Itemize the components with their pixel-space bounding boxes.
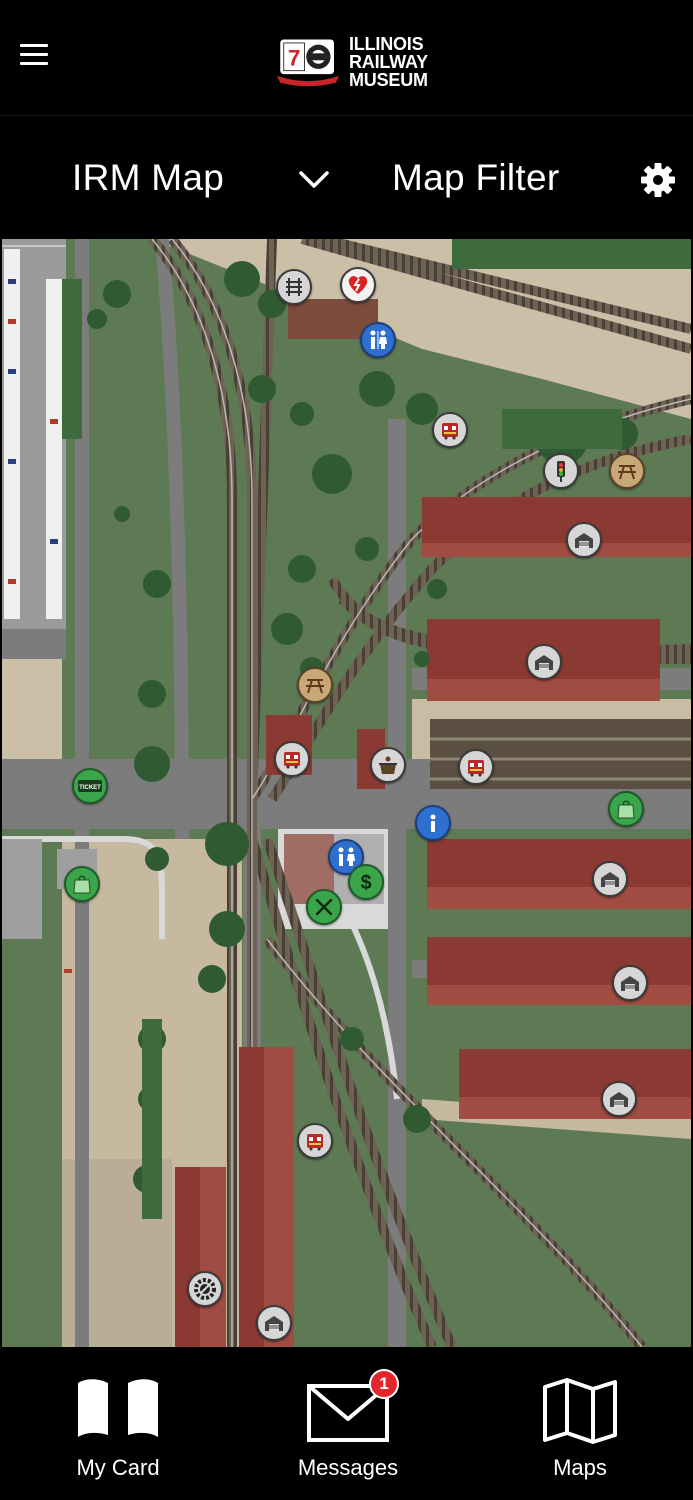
concession-icon[interactable] bbox=[370, 747, 406, 783]
logo-text-line1: ILLINOIS bbox=[349, 34, 424, 54]
nav-messages-label: Messages bbox=[297, 1455, 399, 1480]
shopping-bag-icon[interactable] bbox=[608, 791, 644, 827]
barn-icon[interactable] bbox=[256, 1305, 292, 1341]
map-icon bbox=[543, 1378, 617, 1444]
streetcar-icon[interactable] bbox=[274, 741, 310, 777]
shopping-bag-icon[interactable] bbox=[64, 866, 100, 902]
aed-icon[interactable] bbox=[340, 267, 376, 303]
gear-icon[interactable] bbox=[640, 162, 676, 198]
track-icon[interactable] bbox=[276, 269, 312, 305]
streetcar-icon[interactable] bbox=[458, 749, 494, 785]
shop-gear-icon[interactable] bbox=[187, 1271, 223, 1307]
ticket-text: TICKET bbox=[79, 785, 101, 791]
streetcar-icon[interactable] bbox=[297, 1123, 333, 1159]
logo-text-line2: RAILWAY bbox=[349, 52, 428, 72]
picnic-icon[interactable] bbox=[297, 667, 333, 703]
barn-icon[interactable] bbox=[566, 522, 602, 558]
map-selector-bar: IRM Map Map Filter bbox=[0, 117, 693, 239]
nav-maps[interactable]: Maps bbox=[500, 1347, 660, 1500]
map-filter-button[interactable]: Map Filter bbox=[392, 157, 559, 199]
food-icon[interactable] bbox=[306, 889, 342, 925]
logo-text-line3: MUSEUM bbox=[349, 70, 428, 90]
streetcar-icon[interactable] bbox=[432, 412, 468, 448]
nav-maps-label: Maps bbox=[553, 1455, 607, 1480]
restroom-icon[interactable] bbox=[360, 322, 396, 358]
card-icon bbox=[78, 1379, 158, 1437]
app-header: 7 ILLINOIS RAILWAY MUSEUM bbox=[0, 0, 693, 116]
nav-my-card[interactable]: My Card bbox=[38, 1347, 198, 1500]
menu-icon[interactable] bbox=[20, 44, 50, 68]
svg-text:7: 7 bbox=[288, 45, 301, 70]
signal-icon[interactable] bbox=[543, 453, 579, 489]
barn-icon[interactable] bbox=[612, 965, 648, 1001]
barn-icon[interactable] bbox=[526, 644, 562, 680]
picnic-icon[interactable] bbox=[609, 453, 645, 489]
barn-icon[interactable] bbox=[601, 1081, 637, 1117]
museum-logo: 7 ILLINOIS RAILWAY MUSEUM bbox=[264, 30, 444, 98]
ticket-icon[interactable]: TICKET bbox=[72, 768, 108, 804]
logo-badge-icon: 7 bbox=[276, 39, 340, 87]
museum-map[interactable]: TICKET $ bbox=[2, 239, 691, 1347]
messages-badge: 1 bbox=[369, 1369, 399, 1399]
nav-my-card-label: My Card bbox=[76, 1455, 160, 1480]
map-title[interactable]: IRM Map bbox=[72, 157, 224, 199]
info-icon[interactable] bbox=[415, 805, 451, 841]
barn-icon[interactable] bbox=[592, 861, 628, 897]
bottom-navigation: My Card 1 Messages Maps bbox=[0, 1347, 693, 1500]
svg-text:$: $ bbox=[360, 872, 371, 894]
nav-messages[interactable]: 1 Messages bbox=[268, 1347, 428, 1500]
money-icon[interactable]: $ bbox=[348, 864, 384, 900]
chevron-down-icon[interactable] bbox=[298, 167, 330, 191]
